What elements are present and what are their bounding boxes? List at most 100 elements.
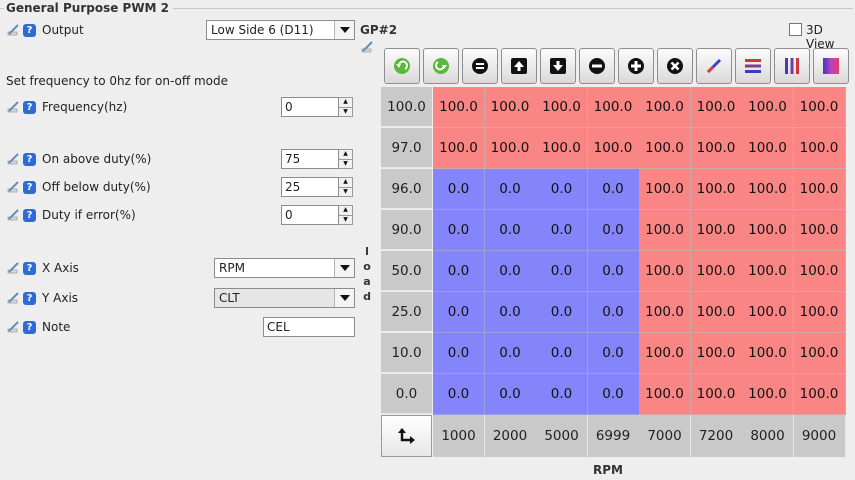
table-cell[interactable]: 100.0 [793,374,846,415]
table-cell[interactable]: 0.0 [536,292,588,333]
table-cell[interactable]: 100.0 [639,251,691,292]
table-cell[interactable]: 0.0 [433,210,485,251]
table-cell[interactable]: 100.0 [793,292,846,333]
edit-pen-icon[interactable] [6,261,20,275]
table-cell[interactable]: 100.0 [433,128,485,169]
table-cell[interactable]: 100.0 [690,251,743,292]
table-cell[interactable]: 0.0 [536,169,588,210]
gradient-button[interactable] [813,48,849,84]
y-axis-value[interactable]: 97.0 [381,128,432,168]
chevron-down-icon[interactable] [334,289,354,307]
table-cell[interactable]: 0.0 [484,251,537,292]
y-axis-value[interactable]: 100.0 [381,87,432,127]
table-cell[interactable]: 0.0 [433,169,485,210]
help-icon[interactable]: ? [23,208,36,222]
edit-pen-icon[interactable] [6,152,20,166]
table-cell[interactable]: 100.0 [639,292,691,333]
table-cell[interactable]: 100.0 [484,128,537,169]
edit-pen-icon[interactable] [6,100,20,114]
table-cell[interactable]: 100.0 [793,169,846,210]
table-cell[interactable]: 100.0 [742,169,794,210]
table-cell[interactable]: 100.0 [587,128,640,169]
x-axis-value[interactable]: 7200 [690,415,743,457]
x-axis-value[interactable]: 1000 [433,415,485,457]
help-icon[interactable]: ? [23,320,36,334]
table-cell[interactable]: 100.0 [536,87,588,128]
table-cell[interactable]: 0.0 [484,333,537,374]
table-cell[interactable]: 100.0 [433,87,485,128]
table-cell[interactable]: 100.0 [690,210,743,251]
table-cell[interactable]: 100.0 [690,374,743,415]
table-cell[interactable]: 0.0 [587,210,640,251]
table-cell[interactable]: 100.0 [690,169,743,210]
off-below-input[interactable]: 25 [281,177,339,197]
table-cell[interactable]: 0.0 [433,374,485,415]
y-axis-value[interactable]: 50.0 [381,251,432,291]
help-icon[interactable]: ? [23,261,36,275]
edit-pen-icon[interactable] [6,320,20,334]
table-cell[interactable]: 100.0 [536,128,588,169]
table-cell[interactable]: 100.0 [639,87,691,128]
x-axis-value[interactable]: 9000 [793,415,846,457]
table-cell[interactable]: 0.0 [433,333,485,374]
table-cell[interactable]: 100.0 [742,333,794,374]
undo-button[interactable] [384,48,420,84]
x-axis-value[interactable]: 2000 [484,415,537,457]
table-cell[interactable]: 0.0 [587,169,640,210]
table-cell[interactable]: 100.0 [484,87,537,128]
table-cell[interactable]: 0.0 [587,333,640,374]
multiply-button[interactable] [657,48,693,84]
spin-up-icon[interactable]: ▲ [339,178,352,187]
table-cell[interactable]: 0.0 [536,210,588,251]
increase-button[interactable] [501,48,537,84]
table-cell[interactable]: 100.0 [639,210,691,251]
table-cell[interactable]: 100.0 [690,292,743,333]
table-cell[interactable]: 100.0 [742,251,794,292]
edit-pen-icon[interactable] [6,180,20,194]
table-cell[interactable]: 100.0 [793,87,846,128]
help-icon[interactable]: ? [23,152,36,166]
table-cell[interactable]: 100.0 [587,87,640,128]
off-below-spinner[interactable]: 25 ▲ ▼ [281,177,353,197]
table-cell[interactable]: 0.0 [587,374,640,415]
table-cell[interactable]: 100.0 [742,292,794,333]
y-axis-value[interactable]: 25.0 [381,292,432,332]
help-icon[interactable]: ? [23,100,36,114]
table-cell[interactable]: 100.0 [742,87,794,128]
edit-pen-icon[interactable] [6,291,20,305]
table-cell[interactable]: 0.0 [433,251,485,292]
table-cell[interactable]: 100.0 [690,128,743,169]
table-cell[interactable]: 0.0 [433,292,485,333]
table-cell[interactable]: 100.0 [639,169,691,210]
subtract-button[interactable] [579,48,615,84]
output-select[interactable]: Low Side 6 (D11) [206,20,355,40]
table-cell[interactable]: 0.0 [484,374,537,415]
table-cell[interactable]: 0.0 [536,251,588,292]
table-cell[interactable]: 0.0 [587,292,640,333]
table-cell[interactable]: 100.0 [639,333,691,374]
help-icon[interactable]: ? [23,291,36,305]
edit-pen-icon[interactable] [360,40,374,57]
table-cell[interactable]: 0.0 [484,210,537,251]
spin-up-icon[interactable]: ▲ [339,150,352,159]
y-axis-value[interactable]: 90.0 [381,210,432,250]
table-cell[interactable]: 0.0 [536,333,588,374]
redo-button[interactable] [423,48,459,84]
table-cell[interactable]: 100.0 [742,128,794,169]
frequency-input[interactable]: 0 [281,97,339,117]
help-icon[interactable]: ? [23,23,36,37]
view3d-checkbox[interactable] [789,23,802,36]
table-cell[interactable]: 100.0 [793,128,846,169]
add-button[interactable] [618,48,654,84]
table-cell[interactable]: 100.0 [793,251,846,292]
y-axis-select[interactable]: CLT [214,288,355,308]
y-axis-value[interactable]: 0.0 [381,374,432,414]
table-cell[interactable]: 100.0 [793,333,846,374]
table-cell[interactable]: 0.0 [536,374,588,415]
spin-down-icon[interactable]: ▼ [339,186,352,197]
table-cell[interactable]: 0.0 [587,251,640,292]
table-cell[interactable]: 100.0 [639,128,691,169]
interpolate-cols-button[interactable] [774,48,810,84]
help-icon[interactable]: ? [23,180,36,194]
y-axis-value[interactable]: 10.0 [381,333,432,373]
